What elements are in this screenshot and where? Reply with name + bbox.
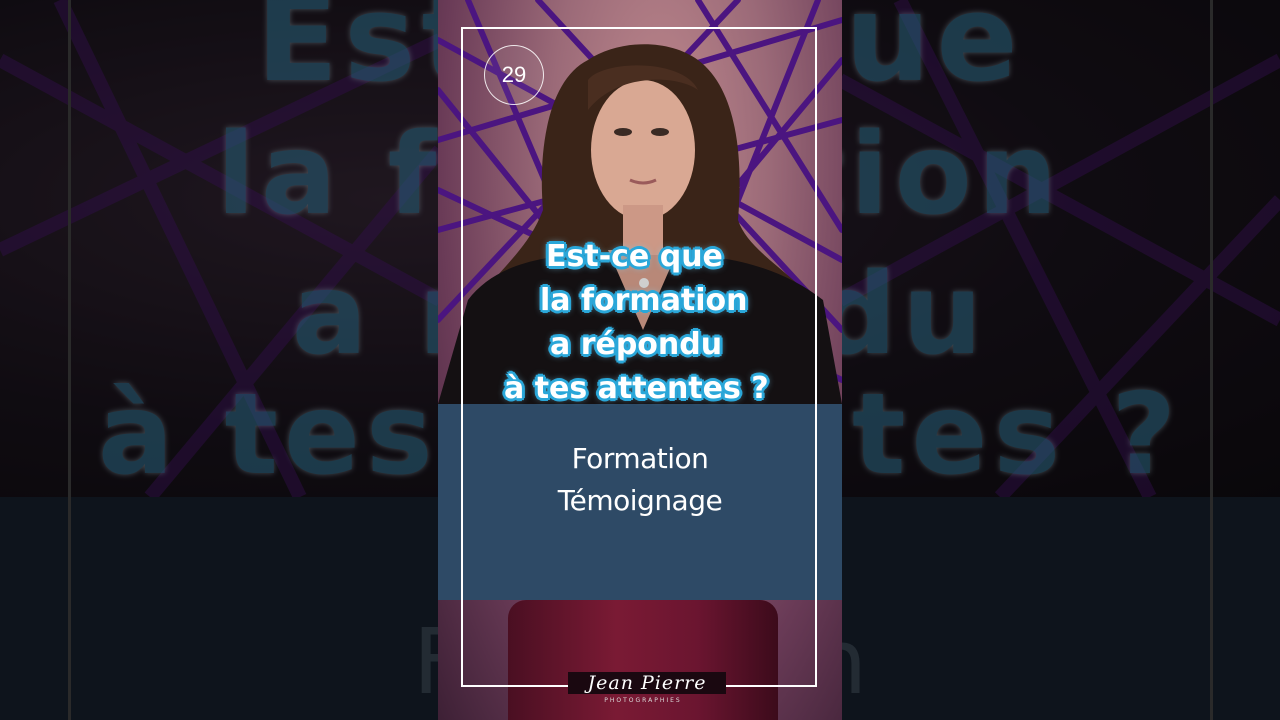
episode-number-badge: 29 bbox=[484, 45, 544, 105]
short-video-frame[interactable]: Formation Témoignage Est-ce que la forma… bbox=[438, 0, 842, 720]
photographer-signature-tagline: PHOTOGRAPHIES bbox=[604, 697, 682, 704]
backdrop-edge bbox=[68, 0, 71, 720]
white-frame-border bbox=[461, 27, 817, 687]
episode-number: 29 bbox=[501, 62, 527, 87]
photographer-signature-logo: Jean Pierre bbox=[568, 672, 726, 694]
backdrop-edge bbox=[1210, 0, 1213, 720]
